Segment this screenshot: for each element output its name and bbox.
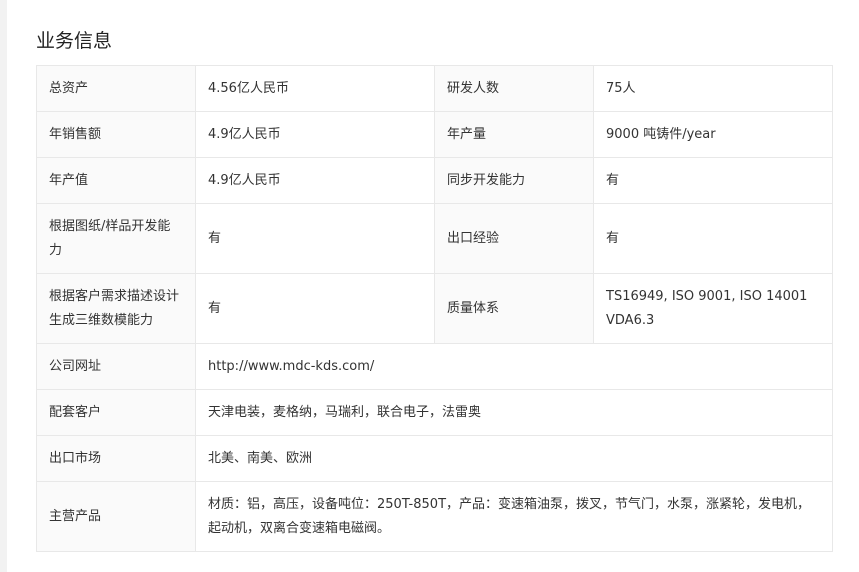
table-row: 配套客户 天津电装，麦格纳，马瑞利，联合电子，法雷奥 — [36, 389, 833, 436]
value: 4.9亿人民币 — [195, 111, 435, 158]
table-row: 出口市场 北美、南美、欧洲 — [36, 435, 833, 482]
table-row: 年销售额 4.9亿人民币 年产量 9000 吨铸件/year — [36, 111, 833, 158]
label: 出口市场 — [36, 435, 196, 482]
left-edge — [0, 0, 7, 572]
label: 总资产 — [36, 65, 196, 112]
table-row: 根据图纸/样品开发能力有出口经验有 — [36, 203, 833, 274]
value: 9000 吨铸件/year — [593, 111, 833, 158]
table-row: 总资产 4.56亿人民币 研发人数 75人 — [36, 65, 833, 112]
value: 北美、南美、欧洲 — [195, 435, 833, 482]
value: TS16949, ISO 9001, ISO 14001 VDA6.3 — [593, 273, 833, 344]
table-row: 年产值 4.9亿人民币 同步开发能力有 — [36, 157, 833, 204]
website-link[interactable]: http://www.mdc-kds.com/ — [195, 343, 833, 390]
table-row: 主营产品 材质：铝，高压，设备吨位：250T-850T，产品：变速箱油泵，拨叉，节… — [36, 481, 833, 552]
value: 75人 — [593, 65, 833, 112]
label: 主营产品 — [36, 481, 196, 552]
value: 4.9亿人民币 — [195, 157, 435, 204]
value: 材质：铝，高压，设备吨位：250T-850T，产品：变速箱油泵，拨叉，节气门，水… — [195, 481, 833, 552]
label: 根据图纸/样品开发能力 — [36, 203, 196, 274]
table-row: 公司网址 http://www.mdc-kds.com/ — [36, 343, 833, 390]
value: 有 — [593, 203, 833, 274]
label: 配套客户 — [36, 389, 196, 436]
label: 研发人数 — [434, 65, 594, 112]
label: 根据客户需求描述设计生成三维数模能力 — [36, 273, 196, 344]
business-info-table: 总资产 4.56亿人民币 研发人数 75人 年销售额 4.9亿人民币 年产量 9000 吨铸… — [36, 65, 833, 552]
section-title: 业务信息 — [36, 30, 113, 52]
value: 有 — [195, 273, 435, 344]
label: 年产值 — [36, 157, 196, 204]
label: 年销售额 — [36, 111, 196, 158]
value: 天津电装，麦格纳，马瑞利，联合电子，法雷奥 — [195, 389, 833, 436]
label: 年产量 — [434, 111, 594, 158]
value: 4.56亿人民币 — [195, 65, 435, 112]
label: 出口经验 — [434, 203, 594, 274]
label: 同步开发能力 — [434, 157, 594, 204]
table-row: 根据客户需求描述设计生成三维数模能力有质量体系 TS16949, ISO 9001… — [36, 273, 833, 344]
label: 公司网址 — [36, 343, 196, 390]
value: 有 — [593, 157, 833, 204]
value: 有 — [195, 203, 435, 274]
label: 质量体系 — [434, 273, 594, 344]
